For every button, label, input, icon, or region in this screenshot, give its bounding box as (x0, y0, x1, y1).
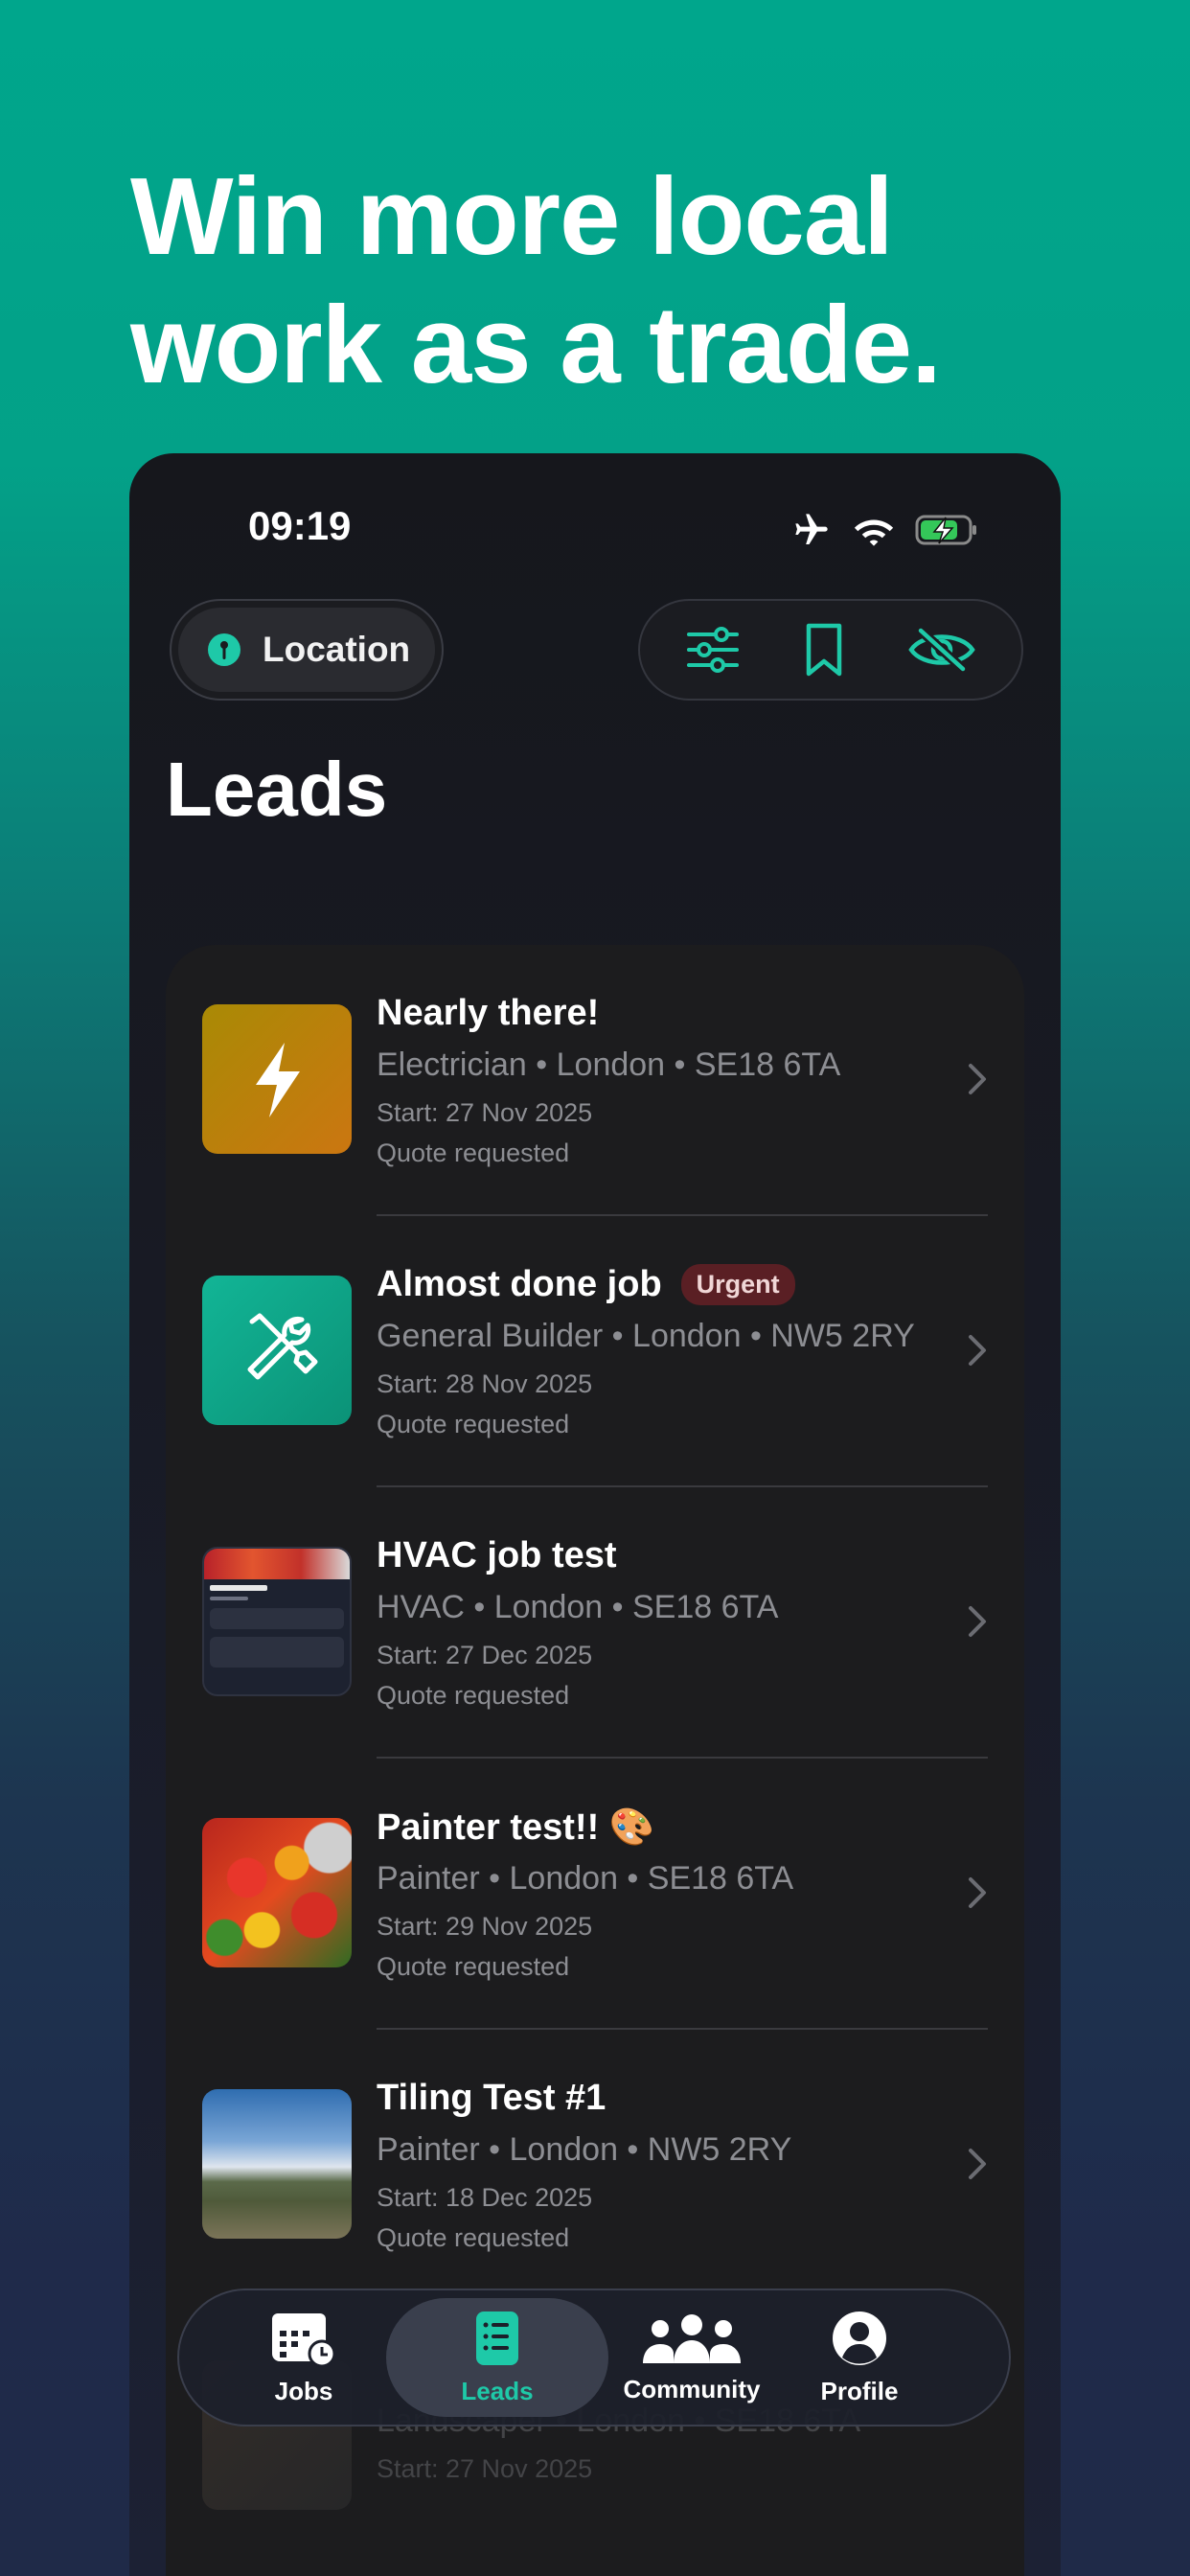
lead-start: Start: 18 Dec 2025 (377, 2183, 593, 2212)
chevron-right-icon (969, 1877, 986, 1908)
filter-icon[interactable] (685, 625, 741, 675)
list-item[interactable]: Almost done job Urgent General Builder •… (166, 1216, 1024, 1487)
tab-profile[interactable]: Profile (792, 2290, 927, 2425)
tab-jobs[interactable]: Jobs (237, 2290, 371, 2425)
lightning-icon (202, 1004, 352, 1154)
tab-label: Community (623, 2374, 761, 2404)
list-item[interactable]: Tiling Test #1 Painter • London • NW5 2R… (166, 2030, 1024, 2301)
lead-subtitle: Painter • London • NW5 2RY (377, 2131, 792, 2168)
list-item[interactable]: HVAC job test HVAC • London • SE18 6TA S… (166, 1487, 1024, 1759)
battery-charging-icon (915, 515, 976, 545)
landscape-photo (202, 2089, 352, 2239)
lead-subtitle: Electrician • London • SE18 6TA (377, 1046, 841, 1083)
lead-status: Quote requested (377, 2223, 570, 2252)
calendar-clock-icon (272, 2312, 336, 2367)
chevron-right-icon (969, 1606, 986, 1637)
peppers-photo (202, 1818, 352, 1967)
document-list-icon (476, 2311, 518, 2365)
status-time: 09:19 (248, 503, 352, 548)
location-button-inner: Location (178, 608, 435, 692)
lead-title: Almost done job Urgent (377, 1264, 795, 1305)
hidden-eye-icon[interactable] (907, 625, 976, 675)
lead-subtitle: Painter • London • SE18 6TA (377, 1860, 794, 1897)
person-circle-icon (833, 2311, 886, 2365)
lead-start: Start: 27 Nov 2025 (377, 1098, 593, 1127)
tab-bar: Jobs Leads Community Profile (177, 2288, 1011, 2426)
people-icon (643, 2313, 741, 2363)
lead-start: Start: 27 Dec 2025 (377, 1641, 593, 1669)
chevron-right-icon (969, 1064, 986, 1094)
location-pin-icon (208, 633, 240, 666)
list-item[interactable]: Painter test!! 🎨 Painter • London • SE18… (166, 1759, 1024, 2030)
page-title: Leads (166, 747, 388, 832)
lead-title: HVAC job test (377, 1535, 617, 1576)
lead-title: Painter test!! 🎨 (377, 1807, 655, 1848)
lead-status: Quote requested (377, 1952, 570, 1981)
tab-label: Jobs (274, 2376, 333, 2405)
location-label: Location (263, 630, 411, 669)
bookmark-icon[interactable] (804, 622, 844, 678)
urgent-badge: Urgent (680, 1264, 795, 1305)
lead-status: Quote requested (377, 1410, 570, 1438)
tools-icon (202, 1276, 352, 1425)
lead-start: Start: 29 Nov 2025 (377, 1912, 593, 1941)
lead-title: Nearly there! (377, 993, 600, 1033)
phone-screen: 09:19 Location Leads Nearly there! Elect… (129, 453, 1061, 2576)
headline: Win more local work as a trade. (130, 153, 1088, 410)
lead-start: Start: 27 Nov 2025 (377, 2454, 593, 2483)
airplane-icon (795, 514, 828, 544)
tab-label: Profile (820, 2376, 899, 2405)
chevron-right-icon (969, 1335, 986, 1366)
list-item[interactable]: Nearly there! Electrician • London • SE1… (166, 945, 1024, 1216)
screenshot-thumbnail (202, 1547, 352, 1696)
action-pill (638, 599, 1023, 701)
lead-start: Start: 28 Nov 2025 (377, 1369, 593, 1398)
headline-line-1: Win more local (130, 156, 894, 278)
tab-community[interactable]: Community (610, 2290, 773, 2425)
tab-leads[interactable]: Leads (386, 2290, 608, 2425)
lead-title: Tiling Test #1 (377, 2078, 606, 2118)
tab-label: Leads (461, 2376, 534, 2405)
lead-subtitle: HVAC • London • SE18 6TA (377, 1589, 779, 1625)
headline-line-2: work as a trade. (130, 285, 942, 406)
wifi-icon (854, 519, 894, 546)
lead-status: Quote requested (377, 1138, 570, 1167)
lead-status: Quote requested (377, 1681, 570, 1710)
chevron-right-icon (969, 2149, 986, 2179)
location-button[interactable]: Location (170, 599, 444, 701)
status-icons (790, 511, 978, 549)
lead-subtitle: General Builder • London • NW5 2RY (377, 1318, 915, 1354)
